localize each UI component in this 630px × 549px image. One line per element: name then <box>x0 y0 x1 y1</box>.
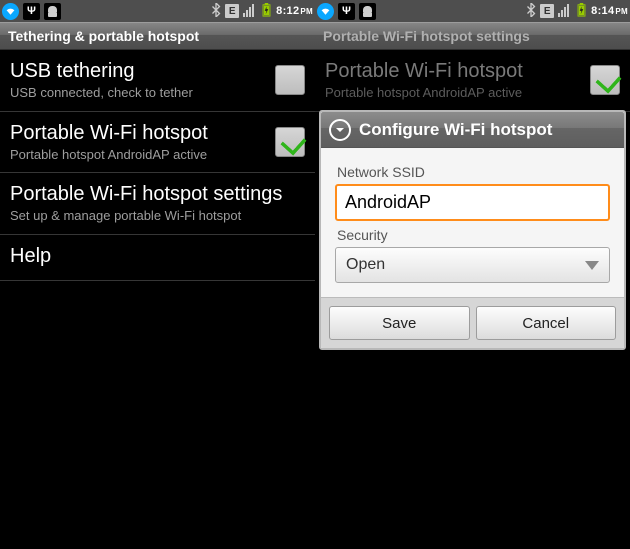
data-e-icon: E <box>225 4 239 18</box>
item-subtitle: Portable hotspot AndroidAP active <box>325 85 580 101</box>
item-title: Portable Wi-Fi hotspot <box>10 122 265 145</box>
checkbox <box>590 65 620 95</box>
status-bar: Ψ E 8:12PM <box>0 0 315 22</box>
wifi-icon <box>2 3 19 20</box>
security-select[interactable]: Open <box>335 247 610 283</box>
item-hotspot-settings[interactable]: Portable Wi-Fi hotspot settings Set up &… <box>0 173 315 235</box>
chevron-down-icon <box>329 119 351 141</box>
page-title: Tethering & portable hotspot <box>0 22 315 50</box>
dialog-buttons: Save Cancel <box>321 297 624 348</box>
battery-icon <box>576 3 587 20</box>
item-usb-tethering[interactable]: USB tethering USB connected, check to te… <box>0 50 315 112</box>
item-portable-wifi-hotspot[interactable]: Portable Wi-Fi hotspot Portable hotspot … <box>0 112 315 174</box>
phone-right: Ψ E 8:14PM Portable Wi-Fi hotspot settin… <box>315 0 630 549</box>
dialog-title: Configure Wi-Fi hotspot <box>359 120 552 140</box>
item-title: USB tethering <box>10 60 265 83</box>
item-subtitle: USB connected, check to tether <box>10 85 265 101</box>
status-left: Ψ <box>2 3 61 20</box>
usb-icon: Ψ <box>338 3 355 20</box>
bluetooth-icon <box>211 3 221 20</box>
signal-icon <box>558 3 572 20</box>
clock: 8:14PM <box>591 5 628 17</box>
item-subtitle: Set up & manage portable Wi-Fi hotspot <box>10 208 305 224</box>
cancel-button[interactable]: Cancel <box>476 306 617 340</box>
checkbox[interactable] <box>275 65 305 95</box>
signal-icon <box>243 3 257 20</box>
usb-icon: Ψ <box>23 3 40 20</box>
item-title: Portable Wi-Fi hotspot settings <box>10 183 305 206</box>
data-e-icon: E <box>540 4 554 18</box>
android-icon <box>44 3 61 20</box>
clock: 8:12PM <box>276 5 313 17</box>
security-value: Open <box>346 256 385 274</box>
dialog-title-bar: Configure Wi-Fi hotspot <box>321 112 624 148</box>
item-portable-wifi-hotspot: Portable Wi-Fi hotspot Portable hotspot … <box>315 50 630 112</box>
chevron-down-icon <box>585 261 599 270</box>
page-title: Portable Wi-Fi hotspot settings <box>315 22 630 50</box>
wifi-icon <box>317 3 334 20</box>
configure-hotspot-dialog: Configure Wi-Fi hotspot Network SSID Sec… <box>319 110 626 350</box>
item-title: Portable Wi-Fi hotspot <box>325 60 580 83</box>
status-left: Ψ <box>317 3 376 20</box>
status-right: E 8:14PM <box>526 3 628 20</box>
ssid-label: Network SSID <box>337 164 608 180</box>
android-icon <box>359 3 376 20</box>
dialog-body: Network SSID Security Open <box>321 148 624 297</box>
item-help[interactable]: Help <box>0 235 315 281</box>
battery-icon <box>261 3 272 20</box>
save-button[interactable]: Save <box>329 306 470 340</box>
item-subtitle: Portable hotspot AndroidAP active <box>10 147 265 163</box>
item-title: Help <box>10 245 305 268</box>
status-bar: Ψ E 8:14PM <box>315 0 630 22</box>
phone-left: Ψ E 8:12PM Tethering & portable hotspot … <box>0 0 315 549</box>
checkbox[interactable] <box>275 127 305 157</box>
status-right: E 8:12PM <box>211 3 313 20</box>
security-label: Security <box>337 227 608 243</box>
bluetooth-icon <box>526 3 536 20</box>
ssid-input[interactable] <box>335 184 610 221</box>
